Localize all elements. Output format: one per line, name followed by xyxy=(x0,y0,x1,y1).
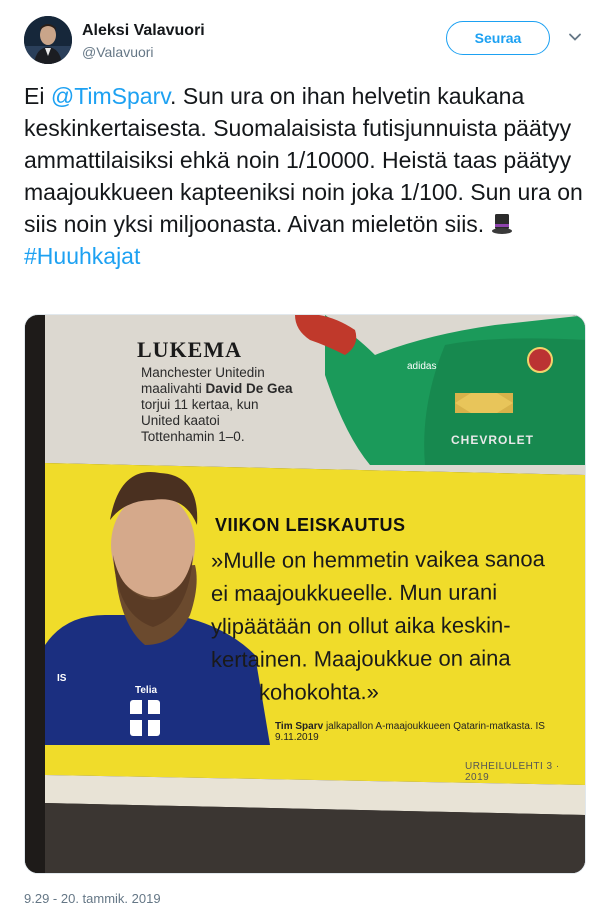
quote-line-2: ei maajoukkueelle. Mun urani xyxy=(211,579,498,606)
tweet-text: Ei @TimSparv. Sun ura on ihan helvetin k… xyxy=(24,80,594,272)
lukema-line-2: maalivahti David De Gea xyxy=(141,381,293,397)
user-handle[interactable]: @Valavuori xyxy=(82,44,154,60)
avatar-image xyxy=(24,16,72,64)
user-name[interactable]: Aleksi Valavuori xyxy=(82,22,205,40)
sponsor-text: CHEVROLET xyxy=(451,433,535,447)
tweet-timestamp[interactable]: 9.29 - 20. tammik. 2019 xyxy=(24,891,161,906)
tweet-text-part1: Ei xyxy=(24,83,51,109)
quote-line-5: kohokohta.» xyxy=(259,679,379,705)
lukema-title: LUKEMA xyxy=(137,337,242,362)
lukema-line-5: Tottenhamin 1–0. xyxy=(141,429,245,444)
follow-button[interactable]: Seuraa xyxy=(446,21,550,55)
viikon-leiskautus-title: VIIKON LEISKAUTUS xyxy=(215,515,406,535)
avatar[interactable] xyxy=(24,16,72,64)
quote-line-4: kertainen. Maajoukkue on aina xyxy=(211,645,511,672)
lukema-line-1: Manchester Unitedin xyxy=(141,365,265,380)
lukema-line-3: torjui 11 kertaa, kun xyxy=(141,397,259,412)
top-hat-icon xyxy=(491,214,512,234)
lukema-line-2a: maalivahti xyxy=(141,381,206,396)
quote-line-1: »Mulle on hemmetin vaikea sanoa xyxy=(211,546,545,573)
lukema-line-2b: David De Gea xyxy=(205,381,293,396)
jersey-badge-text: IS xyxy=(57,673,67,684)
tweet-header: Aleksi Valavuori @Valavuori Seuraa xyxy=(24,16,594,66)
hashtag-link[interactable]: #Huuhkajat xyxy=(24,243,140,269)
credit-name: Tim Sparv xyxy=(275,721,324,732)
quote-block: »Mulle on hemmetin vaikea sanoa ei maajo… xyxy=(211,542,581,709)
lukema-line-4: United kaatoi xyxy=(141,413,220,428)
quote-line-3: ylipäätään on ollut aika keskin- xyxy=(211,612,511,639)
jersey-brand-text: Telia xyxy=(135,685,158,696)
kit-brand-text: adidas xyxy=(407,361,437,372)
chevron-down-icon[interactable] xyxy=(568,30,582,44)
mention-link[interactable]: @TimSparv xyxy=(51,83,170,109)
magazine-footer: URHEILULEHTI 3 · 2019 xyxy=(465,761,560,783)
tweet-photo[interactable]: LUKEMA Manchester Unitedin maalivahti Da… xyxy=(24,314,586,874)
quote-credit: Tim Sparv jalkapallon A-maajoukkueen Qat… xyxy=(275,721,585,743)
lukema-body: Manchester Unitedin maalivahti David De … xyxy=(141,365,293,445)
